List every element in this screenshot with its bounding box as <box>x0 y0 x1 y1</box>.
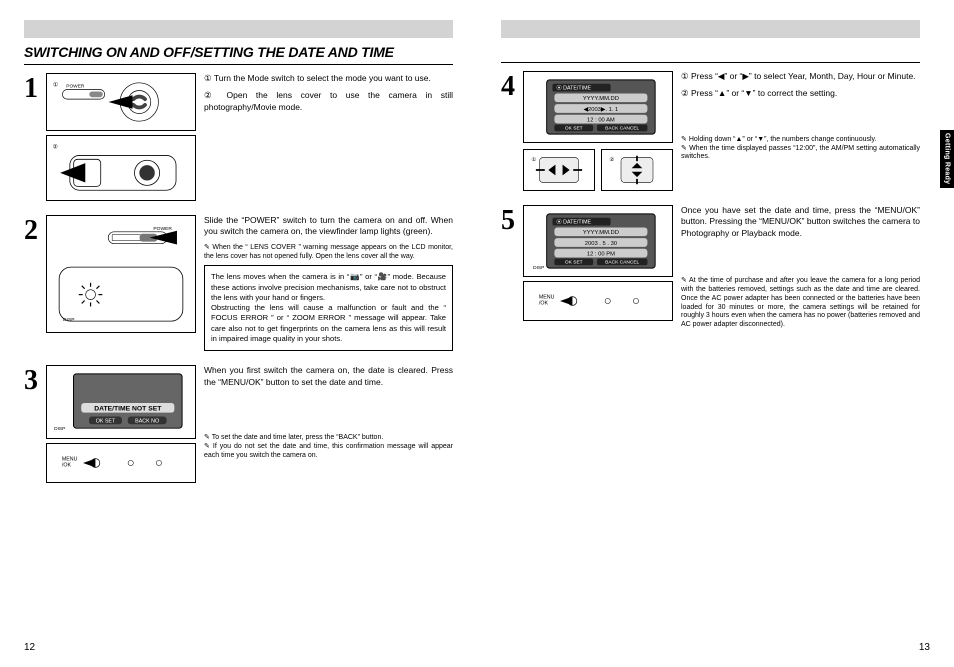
figure-menuok-press: MENU /OK <box>46 443 196 483</box>
power-label: POWER <box>153 226 172 232</box>
svg-text:BACK CANCEL: BACK CANCEL <box>605 125 639 131</box>
figure-lcd-datetime-set: ⦿ DATE/TIME YYYY.MM.DD 2003 . 5 . 30 12 … <box>523 205 673 277</box>
step3-note2: If you do not set the date and time, thi… <box>204 443 453 461</box>
menuok-label: MENU <box>62 457 78 463</box>
svg-text:/OK: /OK <box>539 301 549 307</box>
step-1: 1 ① POWER <box>24 73 453 201</box>
step5-figure-group: ⦿ DATE/TIME YYYY.MM.DD 2003 . 5 . 30 12 … <box>523 205 673 321</box>
step4-line1: ① Press “◀” or “▶” to select Year, Month… <box>681 71 920 82</box>
step-number: 1 <box>24 73 46 103</box>
svg-text:BACK NO: BACK NO <box>135 419 159 425</box>
figure-menuok-press-2: MENU /OK <box>523 281 673 321</box>
step-number: 2 <box>24 215 46 245</box>
svg-text:DISP: DISP <box>63 317 74 323</box>
step1-figure-group: ① POWER ② <box>46 73 196 201</box>
figure-up-down-btn: ② <box>601 149 673 191</box>
step2-copy: Slide the “POWER” switch to turn the cam… <box>204 215 453 238</box>
svg-text:OK SET: OK SET <box>565 125 583 131</box>
svg-text:OK SET: OK SET <box>96 419 116 425</box>
svg-text:YYYY.MM.DD: YYYY.MM.DD <box>583 230 619 236</box>
figure-mode-switch: ① POWER <box>46 73 196 131</box>
step-3: 3 DATE/TIME NOT SET OK SET BACK NO DISP <box>24 365 453 483</box>
svg-text:/OK: /OK <box>62 463 72 469</box>
svg-text:①: ① <box>53 82 58 89</box>
step4-figure-group: ⦿ DATE/TIME YYYY.MM.DD ◀2003▶. 1. 1 12 :… <box>523 71 673 191</box>
svg-text:⦿ DATE/TIME: ⦿ DATE/TIME <box>556 85 591 92</box>
figure-lcd-notset: DATE/TIME NOT SET OK SET BACK NO DISP <box>46 365 196 439</box>
svg-text:DISP: DISP <box>54 426 65 432</box>
page-number-right: 13 <box>919 642 930 653</box>
figure-left-right-btn: ① <box>523 149 595 191</box>
svg-text:OK SET: OK SET <box>565 259 583 265</box>
step3-figure-group: DATE/TIME NOT SET OK SET BACK NO DISP ME… <box>46 365 196 483</box>
step1-line2: ② Open the lens cover to use the camera … <box>204 90 453 113</box>
side-tab: Getting Ready <box>940 130 954 188</box>
step2-note: When the “ LENS COVER ” warning message … <box>204 244 453 262</box>
step-4: 4 ⦿ DATE/TIME YYYY.MM.DD ◀2003▶. 1. 1 12… <box>501 71 920 191</box>
svg-text:DATE/TIME NOT SET: DATE/TIME NOT SET <box>94 406 162 413</box>
svg-text:⦿ DATE/TIME: ⦿ DATE/TIME <box>556 219 591 226</box>
step1-line1: ① Turn the Mode switch to select the mod… <box>204 73 453 84</box>
step-5: 5 ⦿ DATE/TIME YYYY.MM.DD 2003 . 5 . 30 1… <box>501 205 920 330</box>
figure-lcd-datetime: ⦿ DATE/TIME YYYY.MM.DD ◀2003▶. 1. 1 12 :… <box>523 71 673 143</box>
step-number: 5 <box>501 205 523 235</box>
svg-text:◀2003▶. 1. 1: ◀2003▶. 1. 1 <box>584 107 619 113</box>
step5-copy: Once you have set the date and time, pre… <box>681 205 920 239</box>
step5-note: At the time of purchase and after you le… <box>681 277 920 330</box>
svg-text:BACK CANCEL: BACK CANCEL <box>605 259 639 265</box>
svg-text:MENU: MENU <box>539 294 555 300</box>
svg-text:YYYY.MM.DD: YYYY.MM.DD <box>583 96 619 102</box>
svg-text:12 : 00 AM: 12 : 00 AM <box>587 118 615 124</box>
step2-callout: The lens moves when the camera is in “📷”… <box>204 265 453 351</box>
step-2: 2 POWER <box>24 215 453 351</box>
header-bar-left <box>24 20 453 38</box>
step4-note1: Holding down “▲” or “▼”, the numbers cha… <box>681 136 920 145</box>
figure-power-switch: POWER DISP <box>46 215 196 333</box>
step4-line2: ② Press “▲” or “▼” to correct the settin… <box>681 88 920 99</box>
step-number: 4 <box>501 71 523 101</box>
page-number-left: 12 <box>24 642 35 653</box>
step4-note2: When the time displayed passes “12:00”, … <box>681 145 920 163</box>
svg-text:②: ② <box>52 144 57 151</box>
figure-lens-cover: ② <box>46 135 196 201</box>
section-title: SWITCHING ON AND OFF/SETTING THE DATE AN… <box>24 44 453 65</box>
step3-note1: To set the date and time later, press th… <box>204 434 453 443</box>
step3-copy: When you first switch the camera on, the… <box>204 365 453 388</box>
step-number: 3 <box>24 365 46 395</box>
svg-text:2003 . 5 . 30: 2003 . 5 . 30 <box>585 241 617 247</box>
svg-text:②: ② <box>609 157 614 163</box>
svg-text:①: ① <box>531 157 536 163</box>
svg-text:12 : 00 PM: 12 : 00 PM <box>587 252 615 258</box>
header-bar-right <box>501 20 920 38</box>
power-label: POWER <box>66 84 85 90</box>
svg-text:DISP: DISP <box>533 265 544 271</box>
